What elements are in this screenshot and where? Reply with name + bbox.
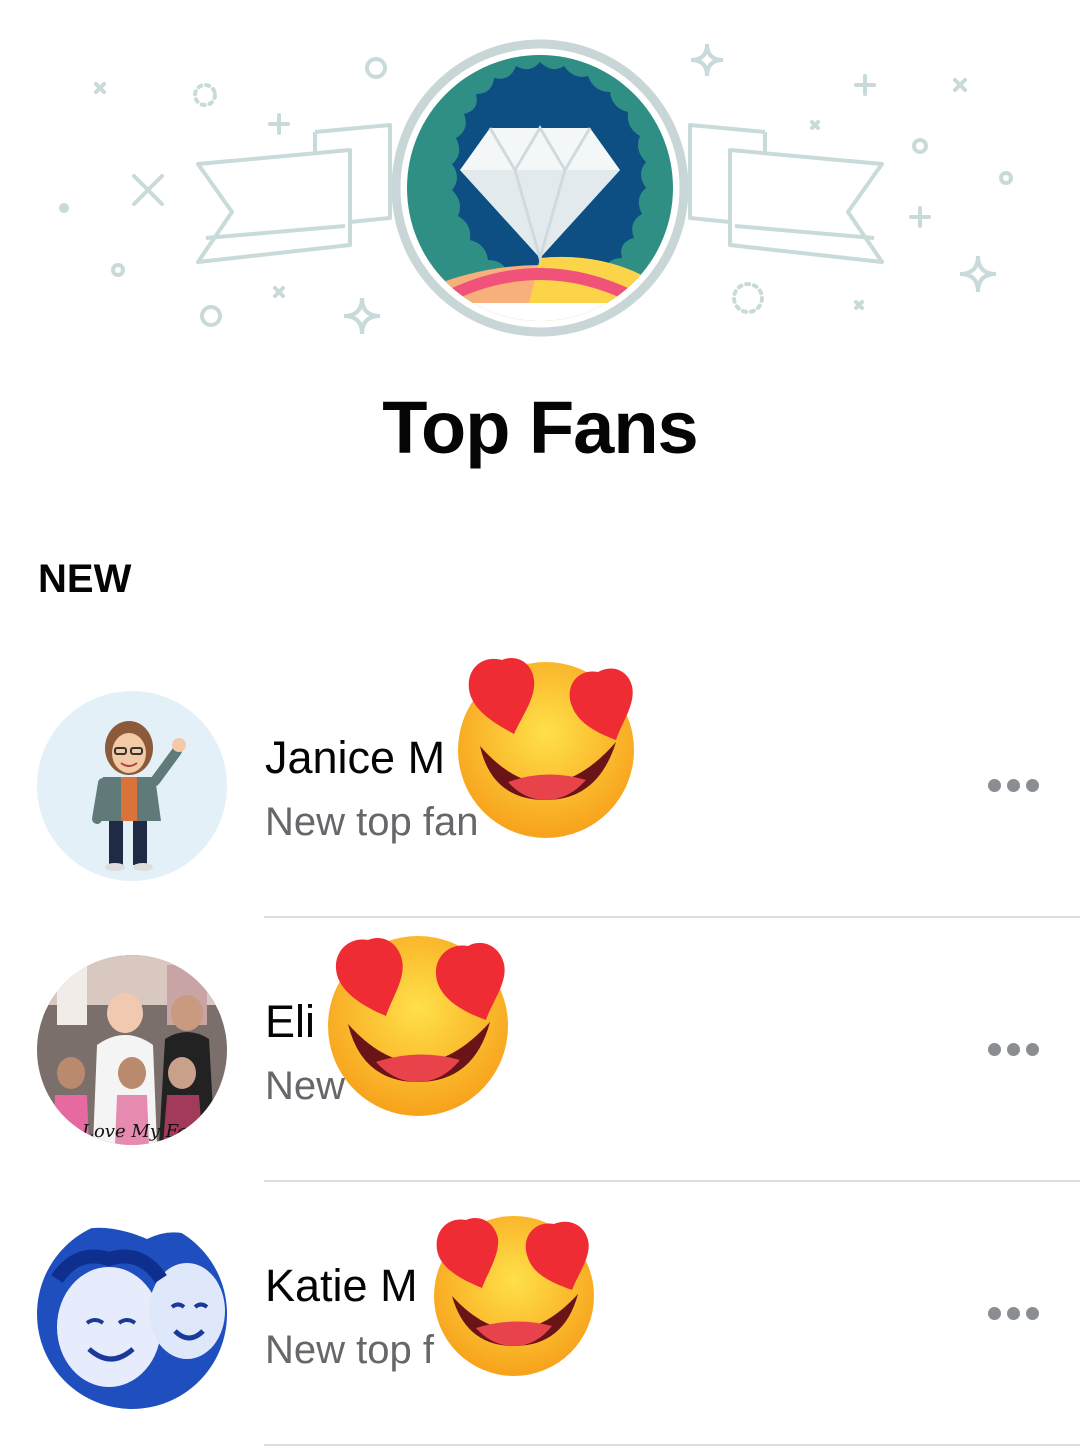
fan-name[interactable]: Katie M [265, 1260, 418, 1312]
diamond-badge-icon [391, 39, 689, 337]
avatar[interactable] [37, 691, 227, 881]
svg-text:Love My Fa: Love My Fa [81, 1121, 188, 1142]
more-options-icon[interactable] [988, 776, 1040, 796]
list-item[interactable]: Love My Fa Eli New [0, 918, 1080, 1182]
avatar[interactable] [37, 1219, 227, 1409]
row-divider [264, 1444, 1080, 1446]
section-label-new: NEW [38, 557, 132, 601]
more-options-icon[interactable] [988, 1040, 1040, 1060]
fan-name[interactable]: Janice M [265, 732, 445, 784]
heart-eyes-emoji-icon [448, 650, 652, 840]
heart-eyes-emoji-icon [428, 1210, 600, 1378]
fan-status: New top f [265, 1328, 434, 1372]
top-fans-screen: Top Fans NEW Janice M New top fan Love M… [0, 0, 1080, 1452]
fan-name[interactable]: Eli [265, 996, 315, 1048]
avatar[interactable]: Love My Fa [37, 955, 227, 1145]
more-options-icon[interactable] [988, 1304, 1040, 1324]
top-fans-hero-illustration [0, 0, 1080, 360]
fan-status: New top fan [265, 800, 479, 844]
page-title: Top Fans [382, 386, 698, 469]
heart-eyes-emoji-icon [320, 926, 520, 1118]
